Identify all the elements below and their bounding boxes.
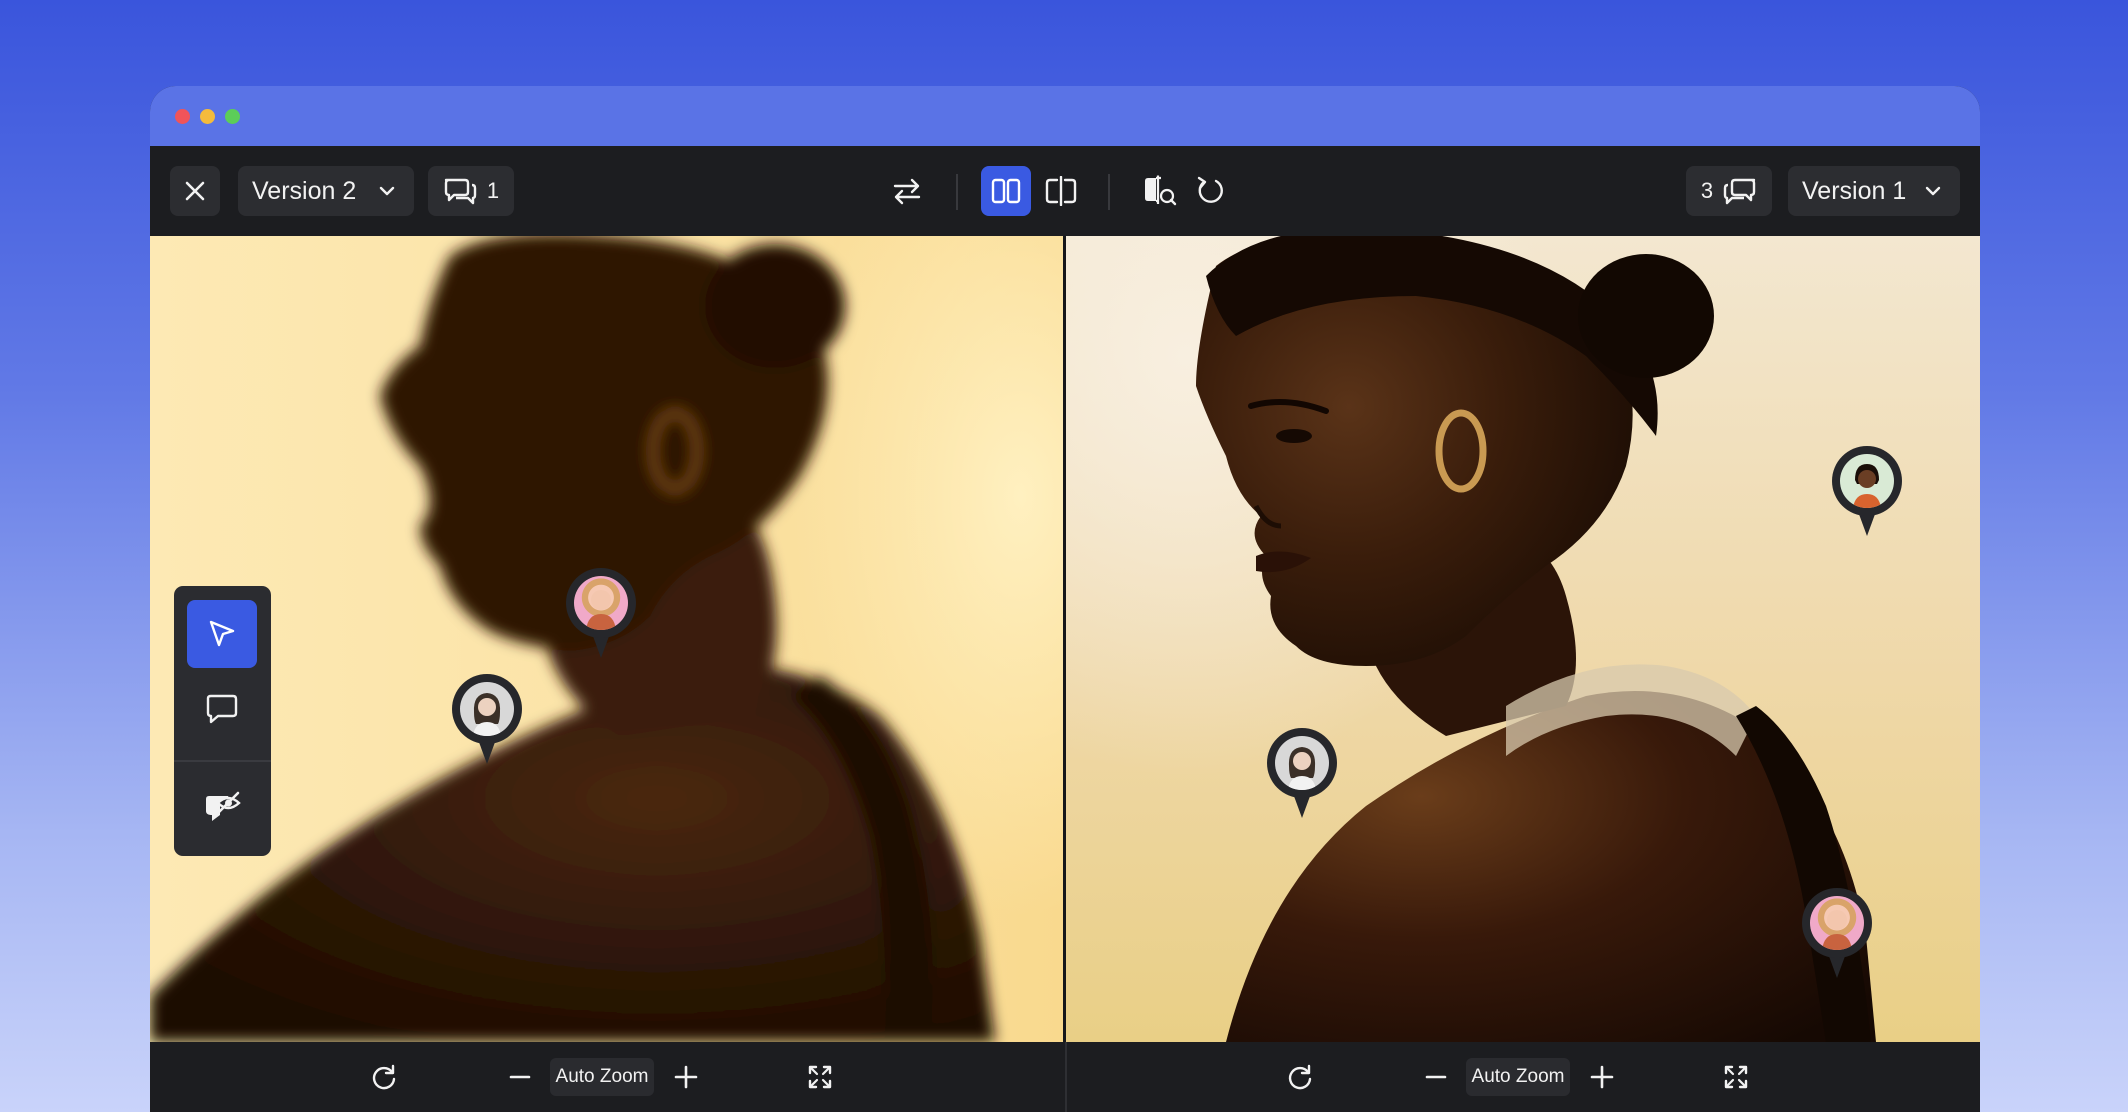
side-by-side-icon: [991, 178, 1021, 204]
side-by-side-button[interactable]: [981, 166, 1031, 216]
left-reset-button[interactable]: [362, 1055, 406, 1099]
right-version-select[interactable]: Version 1: [1788, 166, 1960, 216]
pin-bubble: [1267, 728, 1337, 798]
right-zoom-out-button[interactable]: [1414, 1055, 1458, 1099]
left-version-select[interactable]: Version 2: [238, 166, 414, 216]
toolbar-separator: [1108, 174, 1110, 210]
plus-icon: [1590, 1065, 1614, 1089]
comment-pin[interactable]: [452, 674, 522, 766]
annotation-tool-panel: [174, 586, 271, 856]
rotate-icon: [372, 1064, 396, 1090]
left-zoom-level[interactable]: Auto Zoom: [550, 1058, 654, 1096]
comments-icon: [1723, 178, 1756, 205]
pointer-tool-button[interactable]: [187, 600, 257, 668]
avatar: [1275, 736, 1329, 790]
person-avatar-icon: [586, 590, 616, 630]
right-version-label: Version 1: [1802, 176, 1907, 205]
fullscreen-icon: [1724, 1065, 1748, 1089]
bottom-toolbar: Auto Zoom Auto Zoom: [150, 1042, 1980, 1112]
avatar: [1810, 896, 1864, 950]
close-icon: [185, 181, 205, 201]
hide-comments-icon: [206, 791, 241, 821]
right-zoom-in-button[interactable]: [1580, 1055, 1624, 1099]
background-frame: Version 2 1 3 Version 1 Auto Zoom Auto Z…: [0, 0, 2128, 1112]
left-zoom-in-button[interactable]: [664, 1055, 708, 1099]
avatar: [460, 682, 514, 736]
chevron-down-icon: [1925, 186, 1941, 196]
person-avatar-icon: [1288, 747, 1316, 790]
avatar: [574, 576, 628, 630]
maximize-window-dot[interactable]: [225, 109, 240, 124]
comment-pin[interactable]: [1267, 728, 1337, 820]
person-avatar-icon: [1822, 910, 1852, 950]
right-fullscreen-button[interactable]: [1714, 1055, 1758, 1099]
split-view-icon: [1045, 176, 1077, 206]
fullscreen-icon: [808, 1065, 832, 1089]
left-image-pane[interactable]: [150, 236, 1063, 1042]
window-titlebar: [150, 86, 1980, 146]
left-comments-button[interactable]: 1: [428, 166, 514, 216]
toolbar-separator: [956, 174, 958, 210]
right-zoom-level[interactable]: Auto Zoom: [1466, 1058, 1570, 1096]
pin-bubble: [566, 568, 636, 638]
person-avatar-icon: [473, 693, 501, 736]
close-button[interactable]: [170, 166, 220, 216]
swap-arrows-icon: [893, 178, 921, 205]
minus-icon: [1425, 1075, 1447, 1079]
comments-icon: [444, 178, 477, 205]
comment-bubble-icon: [206, 694, 238, 724]
minimize-window-dot[interactable]: [200, 109, 215, 124]
comment-tool-button[interactable]: [187, 676, 257, 744]
pin-bubble: [452, 674, 522, 744]
cursor-arrow-icon: [209, 620, 235, 647]
hide-comments-button[interactable]: [187, 772, 257, 840]
comment-pin[interactable]: [1832, 446, 1902, 538]
right-reset-button[interactable]: [1278, 1055, 1322, 1099]
compare-overlay-icon: [1145, 175, 1177, 206]
left-fullscreen-button[interactable]: [798, 1055, 842, 1099]
minus-icon: [509, 1075, 531, 1079]
right-comments-button[interactable]: 3: [1686, 166, 1772, 216]
left-version-label: Version 2: [252, 176, 357, 205]
compare-window: Version 2 1 3 Version 1 Auto Zoom Auto Z…: [150, 86, 1980, 1112]
swap-button[interactable]: [882, 166, 932, 216]
reset-button[interactable]: [1186, 166, 1236, 216]
chevron-down-icon: [379, 186, 395, 196]
person-avatar-icon: [1853, 464, 1881, 508]
top-toolbar: Version 2 1 3 Version 1: [150, 146, 1980, 236]
compare-overlay-button[interactable]: [1134, 166, 1184, 216]
bottom-separator: [1065, 1042, 1067, 1112]
comment-pin[interactable]: [1802, 888, 1872, 980]
close-window-dot[interactable]: [175, 109, 190, 124]
left-comments-count: 1: [486, 178, 500, 203]
split-view-button[interactable]: [1036, 166, 1086, 216]
pin-bubble: [1832, 446, 1902, 516]
avatar: [1840, 454, 1894, 508]
rotate-icon: [1288, 1064, 1312, 1090]
plus-icon: [674, 1065, 698, 1089]
tool-separator: [174, 760, 271, 762]
left-zoom-out-button[interactable]: [498, 1055, 542, 1099]
rotate-icon: [1197, 176, 1223, 203]
comment-pin[interactable]: [566, 568, 636, 660]
compare-stage: [150, 236, 1980, 1042]
pin-bubble: [1802, 888, 1872, 958]
right-image-pane[interactable]: [1066, 236, 1980, 1042]
right-comments-count: 3: [1700, 178, 1714, 203]
